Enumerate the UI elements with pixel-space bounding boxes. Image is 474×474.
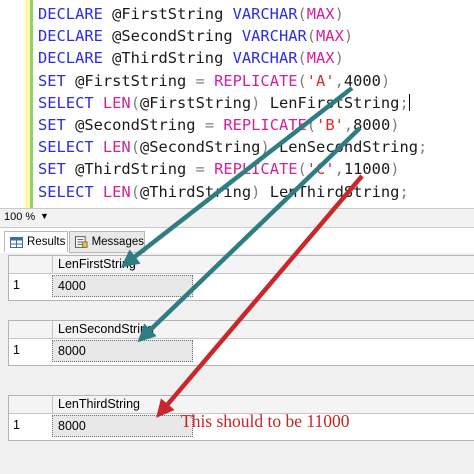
annotation-arrows: [120, 86, 364, 418]
teal-arrow-first: [120, 86, 354, 268]
